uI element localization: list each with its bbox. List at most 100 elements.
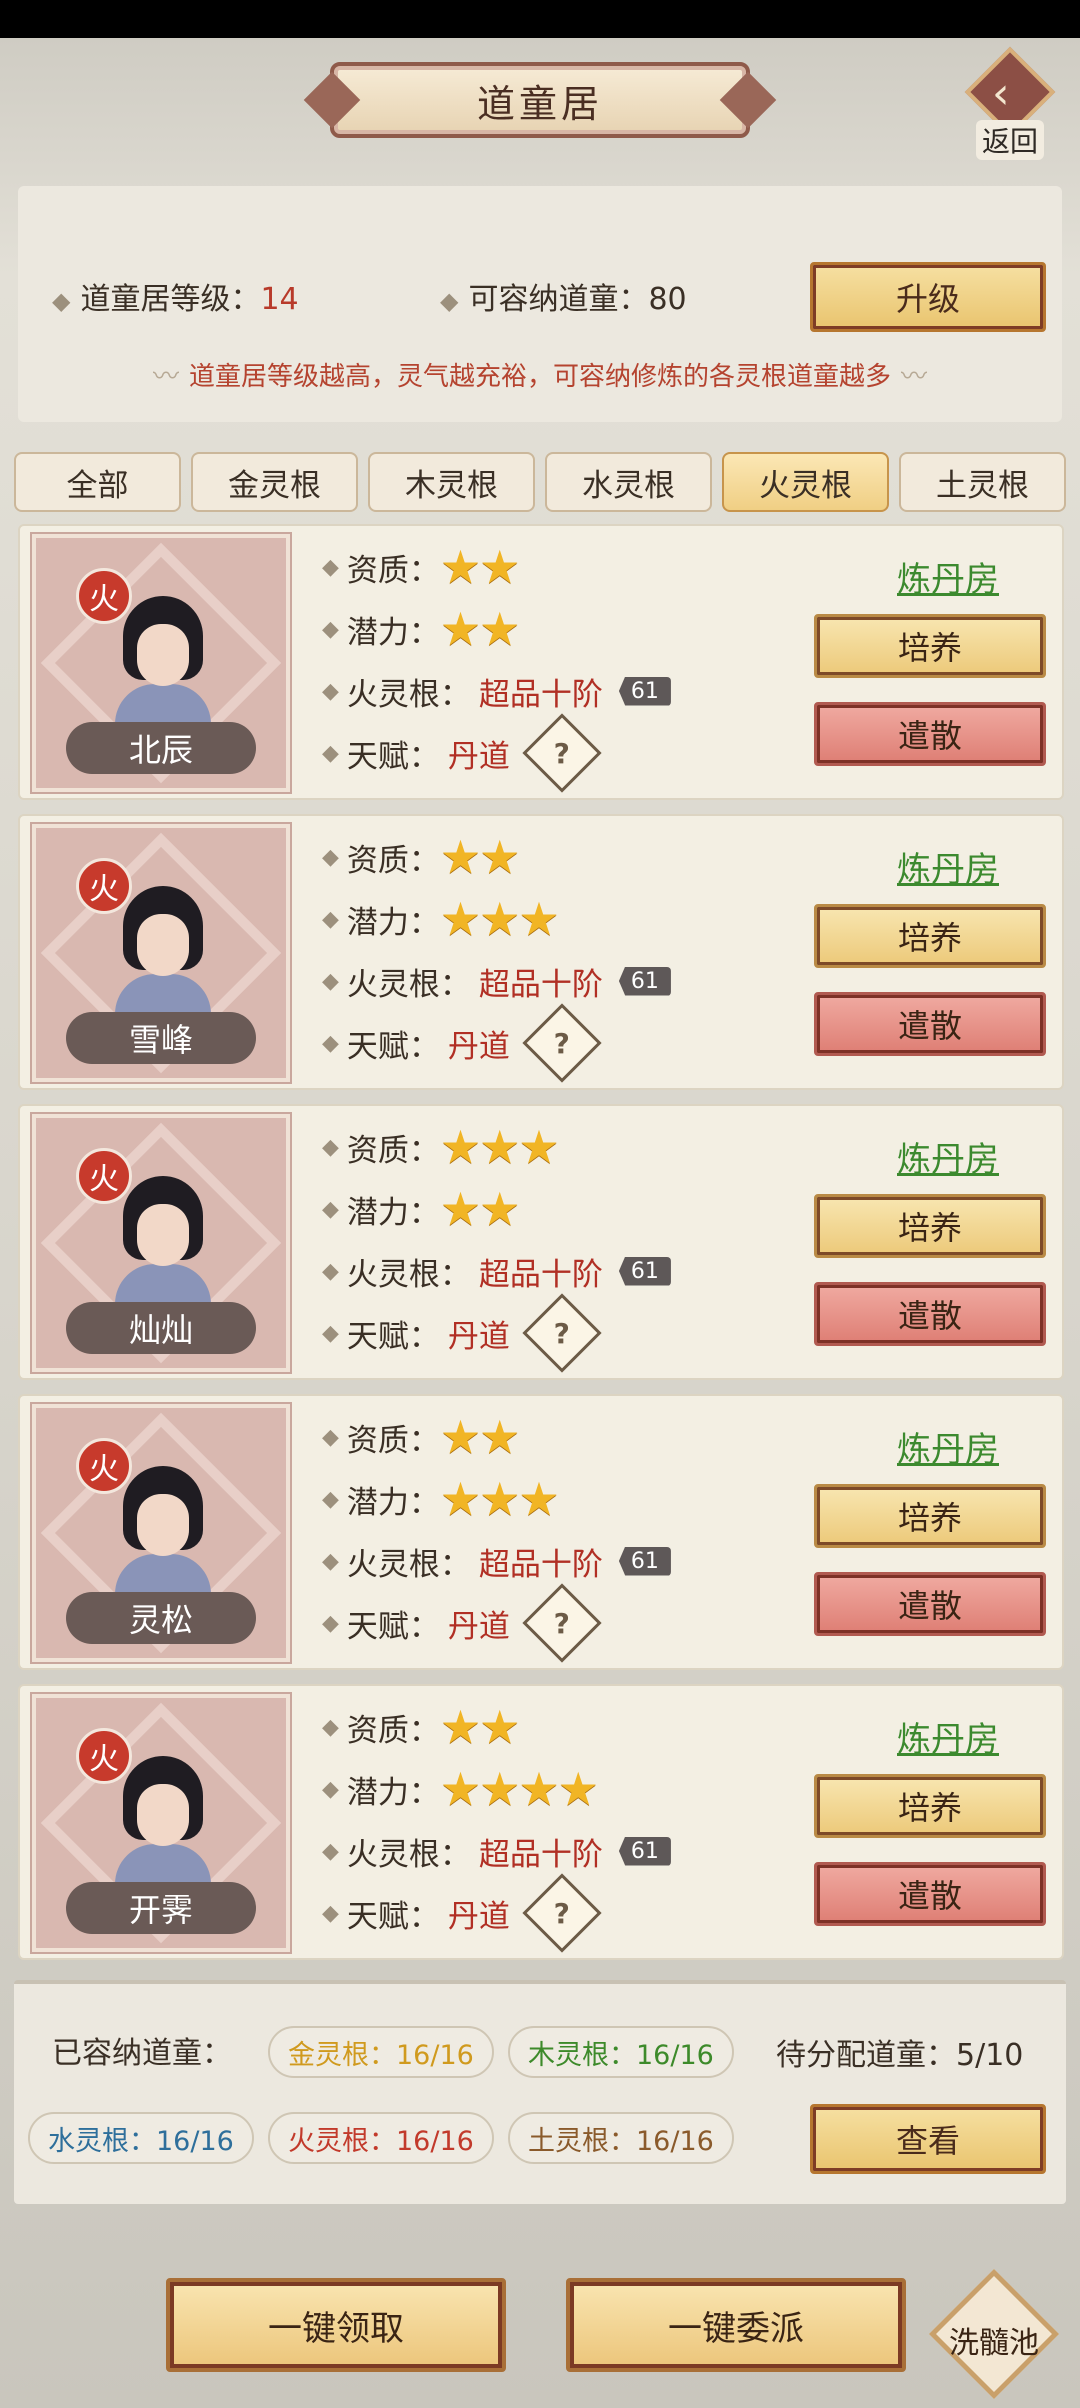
root-value: 超品十阶 bbox=[478, 966, 603, 1003]
character-avatar bbox=[115, 596, 211, 732]
tab-2[interactable]: 木灵根 bbox=[368, 452, 535, 512]
disciple-stats: ◆ 资质： ★ ★ ★ ◆ 潜力： ★ ★ ◆ 火灵根： 超品十阶 61 ◆ 天赋： 丹道? bbox=[322, 1116, 802, 1373]
room-link[interactable]: 炼丹房 bbox=[838, 1422, 1058, 1471]
diamond-bullet-icon: ◆ bbox=[52, 287, 71, 315]
disciple-portrait[interactable]: 火灿灿 bbox=[30, 1112, 292, 1374]
potential-star-icon: ★ bbox=[439, 1762, 482, 1816]
talent-row: ◆ 天赋： 丹道? bbox=[322, 1873, 802, 1953]
talent-info-icon[interactable]: ? bbox=[522, 1583, 602, 1663]
tab-4[interactable]: 火灵根 bbox=[722, 452, 889, 512]
diamond-bullet-icon: ◆ bbox=[322, 1320, 339, 1346]
disciple-name: 雪峰 bbox=[66, 1012, 256, 1064]
train-button[interactable]: 培养 bbox=[814, 1194, 1046, 1258]
hint-text: 道童居等级越高，灵气越充裕，可容纳修炼的各灵根道童越多 bbox=[30, 356, 1050, 393]
level-info: ◆ 道童居等级：14 bbox=[52, 274, 299, 318]
talent-info-icon[interactable]: ? bbox=[522, 713, 602, 793]
talent-row: ◆ 天赋： 丹道? bbox=[322, 713, 802, 793]
room-link[interactable]: 炼丹房 bbox=[838, 842, 1058, 891]
diamond-bullet-icon: ◆ bbox=[322, 554, 339, 580]
talent-info-icon[interactable]: ? bbox=[522, 1873, 602, 1953]
disciple-portrait[interactable]: 火雪峰 bbox=[30, 822, 292, 1084]
page-title: 道童居 bbox=[330, 62, 750, 138]
marrow-pool-button[interactable]: 洗髓池 bbox=[928, 2268, 1060, 2402]
capacity-label: 可容纳道童： bbox=[468, 282, 649, 317]
diamond-bullet-icon: ◆ bbox=[322, 740, 339, 766]
root-level-badge: 61 bbox=[618, 676, 671, 706]
dismiss-button[interactable]: 遣散 bbox=[814, 992, 1046, 1056]
talent-icon-glyph: ? bbox=[553, 1026, 571, 1060]
tab-1[interactable]: 金灵根 bbox=[191, 452, 358, 512]
diamond-bullet-icon: ◆ bbox=[322, 968, 339, 994]
aptitude-star-icon: ★ bbox=[439, 830, 482, 884]
diamond-bullet-icon: ◆ bbox=[322, 1424, 339, 1450]
potential-star-icon: ★ bbox=[439, 1182, 482, 1236]
aptitude-star-icon: ★ bbox=[479, 1700, 521, 1754]
aptitude-star-icon: ★ bbox=[439, 1120, 482, 1174]
aptitude-row: ◆ 资质： ★ ★ bbox=[322, 536, 802, 598]
dispatch-all-button[interactable]: 一键委派 bbox=[566, 2278, 906, 2372]
talent-icon-glyph: ? bbox=[553, 1606, 571, 1640]
avatar-face bbox=[137, 1784, 189, 1846]
claim-all-button[interactable]: 一键领取 bbox=[166, 2278, 506, 2372]
diamond-bullet-icon: ◆ bbox=[322, 1486, 339, 1512]
disciple-name: 灿灿 bbox=[66, 1302, 256, 1354]
disciple-portrait[interactable]: 火北辰 bbox=[30, 532, 292, 794]
tab-5[interactable]: 土灵根 bbox=[899, 452, 1066, 512]
tab-0[interactable]: 全部 bbox=[14, 452, 181, 512]
diamond-bullet-icon: ◆ bbox=[322, 616, 339, 642]
talent-row: ◆ 天赋： 丹道? bbox=[322, 1583, 802, 1663]
diamond-bullet-icon: ◆ bbox=[322, 906, 339, 932]
potential-star-icon: ★ bbox=[479, 1762, 521, 1816]
back-button[interactable]: ‹ 返回 bbox=[960, 46, 1060, 160]
talent-value: 丹道 bbox=[447, 1318, 510, 1355]
fire-root-count: 火灵根：16/16 bbox=[268, 2112, 494, 2164]
potential-star-icon: ★ bbox=[479, 1182, 521, 1236]
disciple-stats: ◆ 资质： ★ ★ ◆ 潜力： ★ ★ ★ ◆ 火灵根： 超品十阶 61 ◆ 天赋： 丹道? bbox=[322, 826, 802, 1083]
dismiss-button[interactable]: 遣散 bbox=[814, 702, 1046, 766]
talent-info-icon[interactable]: ? bbox=[522, 1003, 602, 1083]
disciple-portrait[interactable]: 火开霁 bbox=[30, 1692, 292, 1954]
diamond-bullet-icon: ◆ bbox=[440, 287, 459, 315]
potential-label: 潜力： bbox=[346, 614, 440, 651]
dismiss-button[interactable]: 遣散 bbox=[814, 1572, 1046, 1636]
potential-row: ◆ 潜力： ★ ★ ★ ★ bbox=[322, 1758, 802, 1820]
upgrade-button[interactable]: 升级 bbox=[810, 262, 1046, 332]
train-button[interactable]: 培养 bbox=[814, 614, 1046, 678]
train-button[interactable]: 培养 bbox=[814, 904, 1046, 968]
room-link[interactable]: 炼丹房 bbox=[838, 552, 1058, 601]
wood-root-count: 木灵根：16/16 bbox=[508, 2026, 734, 2078]
aptitude-star-icon: ★ bbox=[439, 1410, 482, 1464]
talent-value: 丹道 bbox=[447, 1898, 510, 1935]
diamond-bullet-icon: ◆ bbox=[322, 1838, 339, 1864]
view-button[interactable]: 查看 bbox=[810, 2104, 1046, 2174]
disciple-portrait[interactable]: 火灵松 bbox=[30, 1402, 292, 1664]
status-bar bbox=[0, 0, 1080, 38]
talent-icon-glyph: ? bbox=[553, 736, 571, 770]
train-button[interactable]: 培养 bbox=[814, 1484, 1046, 1548]
character-avatar bbox=[115, 1176, 211, 1312]
diamond-bullet-icon: ◆ bbox=[322, 1134, 339, 1160]
room-link[interactable]: 炼丹房 bbox=[838, 1712, 1058, 1761]
avatar-face bbox=[137, 1494, 189, 1556]
disciple-card: 火开霁 ◆ 资质： ★ ★ ◆ 潜力： ★ ★ ★ ★ ◆ 火灵根： 超品十阶 61 ◆ 天赋： 丹道? 炼丹房 培养… bbox=[18, 1684, 1064, 1960]
disciple-name: 开霁 bbox=[66, 1882, 256, 1934]
talent-label: 天赋： bbox=[346, 1898, 440, 1935]
talent-info-icon[interactable]: ? bbox=[522, 1293, 602, 1373]
root-level-badge: 61 bbox=[618, 1546, 671, 1576]
pool-label: 洗髓池 bbox=[949, 2326, 1039, 2361]
avatar-face bbox=[137, 914, 189, 976]
disciple-list[interactable]: 火北辰 ◆ 资质： ★ ★ ◆ 潜力： ★ ★ ◆ 火灵根： 超品十阶 61 ◆ 天赋： 丹道? 炼丹房 培养 遣散… bbox=[18, 524, 1064, 1964]
potential-label: 潜力： bbox=[346, 1484, 440, 1521]
character-avatar bbox=[115, 1466, 211, 1602]
train-button[interactable]: 培养 bbox=[814, 1774, 1046, 1838]
tab-3[interactable]: 水灵根 bbox=[545, 452, 712, 512]
room-link[interactable]: 炼丹房 bbox=[838, 1132, 1058, 1181]
dismiss-button[interactable]: 遣散 bbox=[814, 1862, 1046, 1926]
potential-row: ◆ 潜力： ★ ★ ★ bbox=[322, 888, 802, 950]
potential-label: 潜力： bbox=[346, 1774, 440, 1811]
disciple-stats: ◆ 资质： ★ ★ ◆ 潜力： ★ ★ ★ ◆ 火灵根： 超品十阶 61 ◆ 天赋： 丹道? bbox=[322, 1406, 802, 1663]
potential-label: 潜力： bbox=[346, 904, 440, 941]
root-level-badge: 61 bbox=[618, 1836, 671, 1866]
avatar-face bbox=[137, 624, 189, 686]
dismiss-button[interactable]: 遣散 bbox=[814, 1282, 1046, 1346]
